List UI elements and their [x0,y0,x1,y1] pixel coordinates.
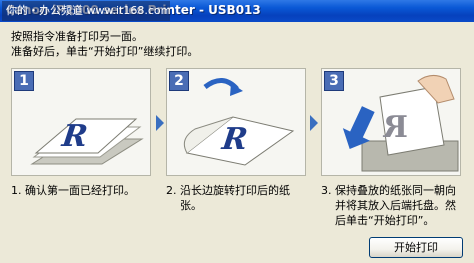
step-3-caption: 3. 保持叠放的纸张同一朝向 并将其放入后端托盘。然 后单击“开始打印”。 [321,183,456,228]
step-1-caption: 1. 确认第一面已经打印。 [11,183,135,198]
printed-page-icon: R [30,118,144,165]
rotate-paper-icon: R [183,78,295,166]
step-arrow-icon [155,114,165,132]
instruction-line: 准备好后，单击“开始打印”继续打印。 [11,45,199,58]
instruction-line: 按照指令准备打印另一面。 [11,30,143,43]
caption-line: 1. 确认第一面已经打印。 [11,184,135,197]
watermark-overlay: 你的・办公频道 www.it168.com [2,1,170,21]
caption-line: 张。 [180,199,202,212]
paper-glyph-3: R [382,110,408,145]
title-bar: Canon iP2000 series Printer - USB013 你的・… [0,0,474,22]
caption-line: 并将其放入后端托盘。然 [335,199,456,212]
load-rear-tray-icon: R [342,75,459,172]
step-1-illustration: 1 R [11,68,151,176]
caption-line: 2. 沿长边旋转打印后的纸 [166,184,290,197]
step-arrow-icon [309,114,319,132]
instructions: 按照指令准备打印另一面。 准备好后，单击“开始打印”继续打印。 [11,29,198,59]
step-2-caption: 2. 沿长边旋转打印后的纸 张。 [166,183,290,213]
step-3-illustration: 3 R [321,68,461,176]
start-print-button[interactable]: 开始打印 [369,237,463,258]
step-2-illustration: 2 R [166,68,306,176]
caption-line: 后单击“开始打印”。 [335,214,435,227]
caption-line: 3. 保持叠放的纸张同一朝向 [321,184,456,197]
